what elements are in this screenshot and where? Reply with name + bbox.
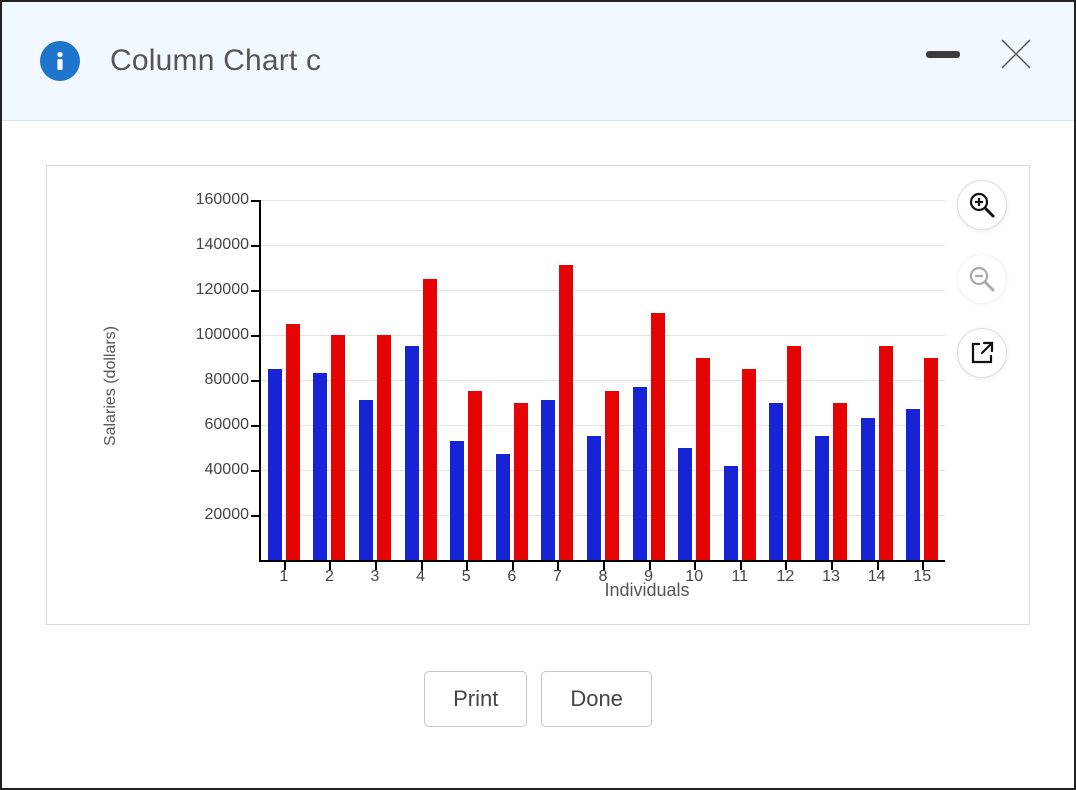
bar-series-b [514,403,528,561]
window-controls [926,34,1036,74]
y-tick [251,335,261,337]
x-tick-label: 3 [371,568,380,586]
bar-series-a [268,369,282,560]
x-tick-label: 10 [685,568,703,586]
x-tick-label: 5 [462,568,471,586]
y-tick-label: 160000 [196,191,249,209]
bar-series-b [742,369,756,560]
bar-series-b [696,358,710,561]
popout-button[interactable] [957,328,1007,378]
popout-icon [969,340,995,366]
y-tick [251,470,261,472]
bar-series-b [924,358,938,561]
bar-series-a [313,373,327,560]
bar-series-a [724,466,738,561]
print-button[interactable]: Print [424,671,527,727]
x-tick-label: 12 [776,568,794,586]
bar-series-b [879,346,893,560]
y-axis-label: Salaries (dollars) [102,326,120,446]
x-tick-label: 15 [913,568,931,586]
bar-series-a [633,387,647,560]
bar-series-a [815,436,829,560]
grid-line [261,335,945,336]
zoom-out-icon [968,265,996,293]
zoom-in-button[interactable] [957,180,1007,230]
x-tick-label: 4 [416,568,425,586]
window-title: Column Chart c [110,44,321,78]
x-tick-label: 7 [553,568,562,586]
dialog-buttons: Print Done [46,671,1030,727]
bar-series-a [587,436,601,560]
done-button[interactable]: Done [541,671,652,727]
bar-series-a [861,418,875,560]
y-tick [251,245,261,247]
bar-series-a [769,403,783,561]
bar-series-a [450,441,464,560]
bar-series-a [496,454,510,560]
dialog-window: Column Chart c Salaries (dollars) Indivi… [0,0,1076,790]
y-tick-label: 40000 [205,461,250,479]
x-tick-label: 13 [822,568,840,586]
bar-series-a [678,448,692,561]
bar-series-b [787,346,801,560]
bar-series-b [286,324,300,560]
bar-series-a [359,400,373,560]
x-tick-label: 9 [644,568,653,586]
bar-series-a [906,409,920,560]
x-tick-label: 6 [507,568,516,586]
bar-series-b [605,391,619,560]
chart-panel: Salaries (dollars) Individuals 200004000… [46,165,1030,625]
y-tick [251,380,261,382]
chart-toolbar [957,180,1007,378]
bar-series-a [541,400,555,560]
bar-series-a [405,346,419,560]
grid-line [261,245,945,246]
y-tick [251,515,261,517]
content-area: Salaries (dollars) Individuals 200004000… [2,121,1074,727]
y-tick [251,200,261,202]
y-tick-label: 140000 [196,236,249,254]
x-tick-label: 2 [325,568,334,586]
chart-area: 20000 40000 60000 80000 100000 120000 140000 1 6… [177,200,947,594]
x-tick-label: 1 [279,568,288,586]
grid-line [261,200,945,201]
info-icon [40,41,80,81]
y-tick [251,425,261,427]
y-tick-label: 20000 [205,506,250,524]
x-tick-label: 8 [599,568,608,586]
bar-series-b [423,279,437,560]
title-bar: Column Chart c [2,2,1074,121]
y-tick-label: 120000 [196,281,249,299]
bar-series-b [331,335,345,560]
grid-line [261,380,945,381]
bar-series-b [468,391,482,560]
grid-line [261,290,945,291]
bar-series-b [833,403,847,561]
bar-series-b [651,313,665,561]
x-tick-label: 11 [731,568,748,586]
x-tick-label: 14 [868,568,886,586]
bar-series-b [559,265,573,560]
plot-area: 2000040000600008000010000012000014000016… [259,200,945,562]
zoom-in-icon [968,191,996,219]
y-tick [251,290,261,292]
minimize-icon[interactable] [926,51,960,58]
y-tick-label: 80000 [205,371,250,389]
zoom-out-button[interactable] [957,254,1007,304]
close-icon[interactable] [996,34,1036,74]
y-tick-label: 60000 [205,416,250,434]
bar-series-b [377,335,391,560]
y-tick-label: 100000 [196,326,249,344]
